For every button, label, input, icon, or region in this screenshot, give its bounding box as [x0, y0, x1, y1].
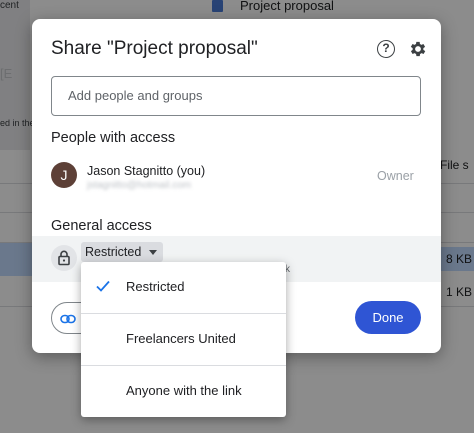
dialog-title: Share "Project proposal"	[51, 38, 258, 59]
lock-icon	[51, 245, 77, 271]
gear-icon[interactable]	[408, 39, 428, 59]
avatar: J	[51, 162, 77, 188]
general-access-heading: General access	[51, 218, 152, 234]
chevron-down-icon	[149, 250, 158, 255]
people-with-access-heading: People with access	[51, 130, 176, 146]
access-level-dropdown[interactable]: Restricted	[81, 242, 164, 262]
help-icon[interactable]: ?	[377, 40, 395, 58]
access-level-value: Restricted	[85, 245, 142, 259]
menu-item-restricted[interactable]: Restricted	[81, 262, 286, 312]
menu-item-label: Freelancers United	[126, 331, 236, 346]
link-icon	[60, 314, 76, 324]
user-email: jstagnitto@hotmail.com	[87, 180, 192, 191]
owner-role-label: Owner	[377, 169, 414, 183]
menu-item-label: Restricted	[126, 279, 185, 294]
check-icon	[96, 280, 110, 292]
user-name: Jason Stagnitto (you)	[87, 164, 206, 178]
menu-item-freelancers-united[interactable]: Freelancers United	[81, 314, 286, 364]
menu-item-anyone-with-link[interactable]: Anyone with the link	[81, 366, 286, 416]
done-button[interactable]: Done	[355, 301, 421, 334]
access-level-menu: Restricted Freelancers United Anyone wit…	[81, 262, 286, 417]
menu-item-label: Anyone with the link	[126, 383, 242, 398]
add-people-input[interactable]: Add people and groups	[51, 76, 421, 116]
